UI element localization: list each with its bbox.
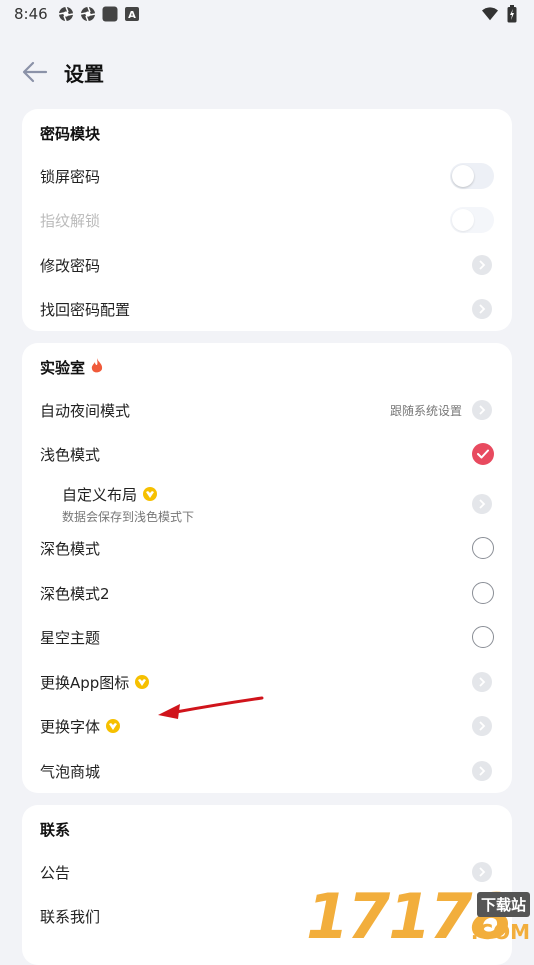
section-title-password: 密码模块: [40, 123, 100, 144]
status-right-icons: [482, 5, 520, 23]
a-badge-icon: A: [124, 6, 140, 22]
row-label: 指纹解锁: [40, 211, 101, 230]
row-auto-night-mode[interactable]: 自动夜间模式 跟随系统设置: [22, 388, 512, 432]
header: 设置: [0, 50, 534, 94]
aperture-icon: [58, 6, 74, 22]
chevron-right-icon: [472, 255, 492, 275]
chevron-right-icon: [472, 299, 492, 319]
annotation-arrow-icon: [158, 696, 264, 719]
chevron-right-icon: [472, 400, 492, 420]
custom-layout-description: 数据会保存到浅色模式下: [62, 509, 195, 524]
status-bar: 8:46 A: [0, 0, 534, 28]
row-label-wrap: 更换字体: [40, 716, 121, 737]
password-section-card: 密码模块 锁屏密码 指纹解锁 修改密码 找回密码配置: [22, 109, 512, 331]
auto-night-value: 跟随系统设置: [389, 403, 462, 418]
row-label: 更换App图标: [40, 673, 130, 692]
watermark-tag: 下载站: [476, 892, 530, 917]
dark-mode-2-radio[interactable]: [472, 582, 494, 604]
vip-badge-icon: [143, 487, 158, 501]
section-title-text: 密码模块: [40, 125, 101, 143]
row-label: 浅色模式: [40, 445, 101, 464]
row-label: 自动夜间模式: [40, 401, 131, 420]
section-title-lab: 实验室: [40, 357, 103, 378]
row-label: 找回密码配置: [40, 300, 131, 319]
chevron-right-icon: [472, 761, 492, 781]
row-change-password[interactable]: 修改密码: [22, 243, 512, 287]
section-title-text: 实验室: [40, 359, 86, 377]
section-title-contact: 联系: [40, 819, 70, 840]
arrow-left-icon: [22, 61, 48, 83]
row-lock-screen-password[interactable]: 锁屏密码: [22, 154, 512, 198]
chevron-right-icon: [472, 494, 492, 514]
row-label: 星空主题: [40, 628, 101, 647]
custom-layout-label: 自定义布局: [62, 484, 194, 505]
row-recover-password[interactable]: 找回密码配置: [22, 287, 512, 331]
vip-badge-icon: [106, 719, 121, 733]
status-app-icons: A: [58, 6, 140, 22]
row-bubble-store[interactable]: 气泡商城: [22, 749, 512, 793]
fingerprint-toggle: [450, 207, 494, 233]
dark-mode-radio[interactable]: [472, 537, 494, 559]
row-label: 公告: [40, 863, 71, 882]
status-time: 8:46: [14, 5, 48, 23]
row-starry-theme[interactable]: 星空主题: [22, 615, 512, 659]
battery-charging-icon: [504, 5, 520, 23]
starry-theme-radio[interactable]: [472, 626, 494, 648]
aperture-icon: [80, 6, 96, 22]
page-title: 设置: [64, 61, 104, 86]
watermark-domain: .COM: [470, 920, 530, 944]
row-label: 气泡商城: [40, 762, 101, 781]
checkmark-selected-icon[interactable]: [472, 443, 494, 465]
lock-screen-toggle[interactable]: [450, 163, 494, 189]
flame-icon: [91, 357, 103, 378]
section-title-text: 联系: [40, 821, 71, 839]
chevron-right-icon: [472, 862, 492, 882]
back-button[interactable]: [20, 57, 50, 87]
row-custom-layout[interactable]: 自定义布局 数据会保存到浅色模式下: [22, 477, 512, 531]
row-label: 更换字体: [40, 717, 101, 736]
watermark-logo: 17178 下载站 .COM: [306, 884, 534, 950]
row-label: 锁屏密码: [40, 167, 101, 186]
chevron-right-icon: [472, 672, 492, 692]
row-label: 修改密码: [40, 256, 101, 275]
row-fingerprint-unlock: 指纹解锁: [22, 198, 512, 242]
row-label-wrap: 更换App图标: [40, 672, 150, 693]
row-label: 联系我们: [40, 907, 101, 926]
row-label: 深色模式: [40, 539, 101, 558]
square-app-icon: [102, 6, 118, 22]
row-label: 深色模式2: [40, 584, 110, 603]
row-dark-mode[interactable]: 深色模式: [22, 526, 512, 570]
wifi-icon: [482, 6, 498, 22]
row-label: 自定义布局: [62, 485, 138, 504]
chevron-right-icon: [472, 716, 492, 736]
row-light-mode[interactable]: 浅色模式: [22, 432, 512, 476]
vip-badge-icon: [135, 675, 150, 689]
svg-text:A: A: [128, 10, 136, 21]
row-dark-mode-2[interactable]: 深色模式2: [22, 571, 512, 615]
